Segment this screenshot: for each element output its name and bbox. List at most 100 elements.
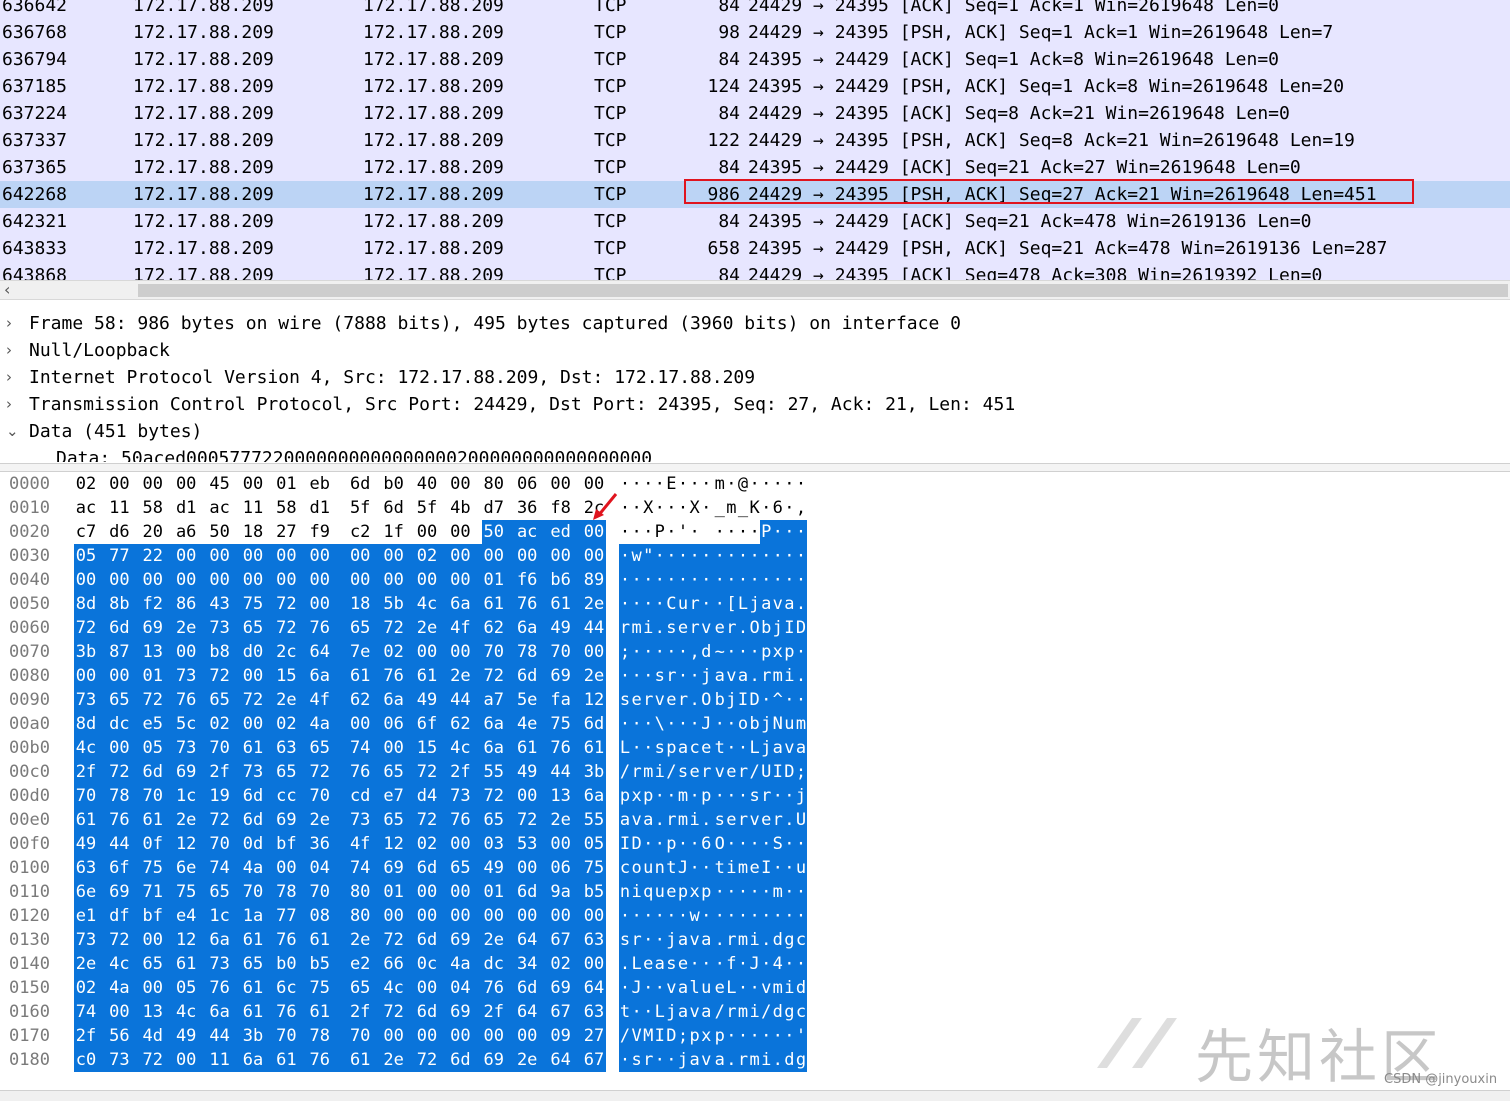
- ascii-char[interactable]: I: [783, 616, 796, 640]
- ascii-char[interactable]: .: [748, 664, 761, 688]
- hex-byte[interactable]: 8d: [74, 712, 98, 736]
- hex-byte[interactable]: 4c: [448, 736, 473, 760]
- ascii-char[interactable]: w: [688, 904, 701, 928]
- hex-byte[interactable]: 6d: [140, 760, 165, 784]
- chevron-right-icon[interactable]: ›: [6, 364, 20, 391]
- ascii-char[interactable]: a: [677, 736, 689, 760]
- hex-byte[interactable]: 00: [582, 544, 606, 568]
- hex-byte[interactable]: 00: [107, 472, 131, 496]
- hex-byte[interactable]: 00: [241, 712, 265, 736]
- ascii-char[interactable]: e: [713, 616, 726, 640]
- ascii-char[interactable]: r: [688, 616, 701, 640]
- hex-byte[interactable]: dc: [107, 712, 132, 736]
- ascii-char[interactable]: ·: [783, 568, 796, 592]
- ascii-char[interactable]: ·: [665, 712, 678, 736]
- ascii-char[interactable]: ·: [619, 904, 631, 928]
- ascii-char[interactable]: ·: [653, 784, 666, 808]
- hex-byte[interactable]: 78: [307, 1024, 332, 1048]
- hex-byte[interactable]: 5f: [415, 496, 439, 520]
- hex-byte[interactable]: 74: [348, 856, 373, 880]
- ascii-char[interactable]: a: [653, 952, 666, 976]
- hex-byte[interactable]: 61: [348, 664, 373, 688]
- ascii-char[interactable]: D: [783, 760, 796, 784]
- ascii-char[interactable]: i: [630, 880, 643, 904]
- ascii-char[interactable]: i: [783, 664, 796, 688]
- hex-byte[interactable]: 62: [348, 688, 373, 712]
- hex-byte[interactable]: 00: [74, 664, 98, 688]
- hex-byte[interactable]: 71: [140, 880, 165, 904]
- hex-byte[interactable]: 00: [415, 1024, 439, 1048]
- ascii-char[interactable]: ·: [642, 928, 655, 952]
- hex-byte[interactable]: 72: [140, 688, 165, 712]
- hex-byte[interactable]: 56: [107, 1024, 132, 1048]
- ascii-char[interactable]: ·: [737, 904, 749, 928]
- ascii-char[interactable]: U: [795, 808, 807, 832]
- ascii-char[interactable]: b: [748, 712, 761, 736]
- hex-row[interactable]: 0000 02 · 00 · 00 · 00 · 45 E 00 · 01 · eb · 6d m b0 · 40 @00 ·…: [0, 472, 1510, 496]
- hex-byte[interactable]: 22: [140, 544, 165, 568]
- ascii-char[interactable]: s: [619, 928, 631, 952]
- ascii-char[interactable]: ·: [653, 640, 666, 664]
- ascii-char[interactable]: X: [689, 496, 701, 520]
- ascii-char[interactable]: e: [665, 688, 678, 712]
- hex-byte[interactable]: 1f: [382, 520, 406, 544]
- ascii-char[interactable]: ·: [631, 472, 643, 496]
- hex-byte[interactable]: 76: [107, 808, 132, 832]
- hex-byte[interactable]: 00: [174, 568, 199, 592]
- hex-row[interactable]: 0050 8d · 8b · f2 · 86 · 43 C 75 u 72 r 00 · 18 · 5b [4c L 6a j…: [0, 592, 1510, 616]
- chevron-right-icon[interactable]: ›: [6, 337, 20, 364]
- ascii-char[interactable]: V: [630, 1024, 643, 1048]
- hex-byte[interactable]: 01: [481, 880, 506, 904]
- ascii-char[interactable]: ·: [653, 544, 666, 568]
- hex-byte[interactable]: 76: [548, 736, 573, 760]
- hex-byte[interactable]: 70: [348, 1024, 373, 1048]
- ascii-char[interactable]: I: [771, 760, 784, 784]
- ascii-char[interactable]: m: [737, 928, 749, 952]
- ascii-char[interactable]: ·: [783, 880, 796, 904]
- hex-byte[interactable]: 00: [174, 1048, 199, 1072]
- ascii-char[interactable]: a: [795, 736, 807, 760]
- packet-row[interactable]: 643833 172.17.88.209 172.17.88.209 TCP 658 24…: [0, 235, 1510, 262]
- hex-byte[interactable]: 00: [140, 976, 165, 1000]
- ascii-char[interactable]: ·: [631, 520, 643, 544]
- hex-byte[interactable]: 06: [548, 856, 573, 880]
- hex-byte[interactable]: 6d: [107, 616, 132, 640]
- ascii-char[interactable]: c: [795, 928, 807, 952]
- ascii-char[interactable]: d: [783, 1048, 796, 1072]
- hex-byte[interactable]: 3b: [74, 640, 98, 664]
- hex-byte[interactable]: 61: [548, 592, 573, 616]
- hex-byte[interactable]: c2: [348, 520, 372, 544]
- ascii-char[interactable]: r: [771, 808, 784, 832]
- ascii-char[interactable]: ·: [749, 472, 761, 496]
- packet-row[interactable]: 643868 172.17.88.209 172.17.88.209 TCP 84 244…: [0, 262, 1510, 280]
- hex-byte[interactable]: 69: [174, 760, 199, 784]
- hex-row[interactable]: 00f0 49 I 44 D 0f · 12 · 70 p 0d · bf · 36 6 4f O 12 · 02 · 00 ·…: [0, 832, 1510, 856]
- hex-byte[interactable]: 70: [307, 880, 332, 904]
- hex-byte[interactable]: 00: [381, 736, 406, 760]
- hex-byte[interactable]: 02: [548, 952, 573, 976]
- ascii-char[interactable]: ·: [783, 688, 796, 712]
- hex-byte[interactable]: 00: [582, 640, 606, 664]
- ascii-char[interactable]: ·: [737, 832, 749, 856]
- ascii-char[interactable]: c: [688, 736, 701, 760]
- hex-byte[interactable]: 64: [548, 1048, 573, 1072]
- ascii-char[interactable]: m: [737, 1000, 749, 1024]
- hex-byte[interactable]: 65: [307, 736, 332, 760]
- ascii-char[interactable]: r: [665, 808, 678, 832]
- hex-byte[interactable]: d0: [241, 640, 265, 664]
- ascii-char[interactable]: v: [760, 976, 773, 1000]
- ascii-char[interactable]: ·: [665, 1048, 678, 1072]
- hex-byte[interactable]: 04: [307, 856, 332, 880]
- hex-byte[interactable]: 61: [241, 1000, 265, 1024]
- ascii-char[interactable]: m: [771, 880, 784, 904]
- ascii-char[interactable]: i: [653, 760, 666, 784]
- hex-byte[interactable]: 5b: [381, 592, 406, 616]
- hex-byte[interactable]: 55: [582, 808, 606, 832]
- ascii-char[interactable]: a: [713, 664, 726, 688]
- ascii-char[interactable]: s: [619, 688, 631, 712]
- ascii-char[interactable]: ·: [771, 520, 784, 544]
- ascii-char[interactable]: a: [771, 736, 784, 760]
- ascii-char[interactable]: ~: [713, 640, 726, 664]
- ascii-char[interactable]: s: [653, 664, 666, 688]
- ascii-char[interactable]: ·: [700, 904, 713, 928]
